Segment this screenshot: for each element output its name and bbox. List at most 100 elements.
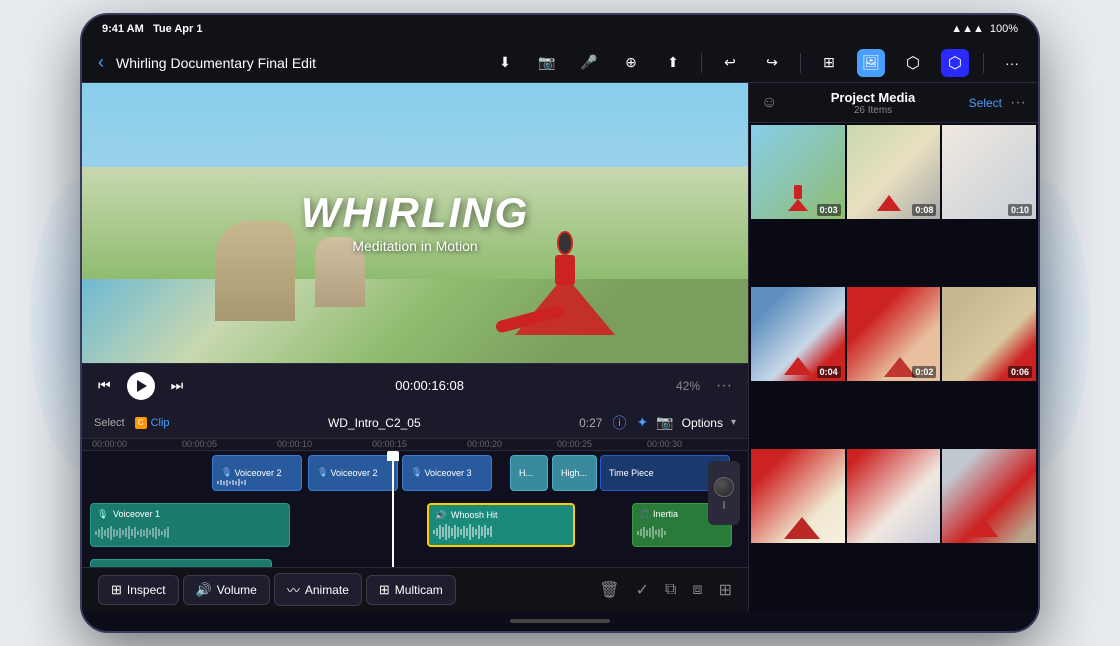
multicam-icon: ⊞ xyxy=(379,582,390,598)
tracks-container: 🎙 Voiceover 2 🎙 Voiceover 2 xyxy=(82,451,748,567)
split-icon[interactable]: ⧉ xyxy=(665,581,676,599)
media-thumb-8[interactable] xyxy=(847,449,941,543)
redo-icon[interactable]: ↪ xyxy=(758,49,786,77)
clip-label: Clip xyxy=(151,417,170,429)
whoosh-label: Whoosh Hit xyxy=(451,510,498,520)
inertia-label: Inertia xyxy=(653,509,678,519)
media-title-container: Project Media 26 Items xyxy=(777,90,968,116)
back-button[interactable]: ‹ xyxy=(94,48,108,77)
volume-button[interactable]: 🔊 Volume xyxy=(183,575,270,605)
delete-icon[interactable]: 🗑 xyxy=(599,580,619,600)
project-title: Whirling Documentary Final Edit xyxy=(116,55,483,71)
media-thumb-7[interactable] xyxy=(751,449,845,543)
home-bar xyxy=(510,619,610,623)
waveform-vo2-1 xyxy=(217,479,297,487)
dancer-figure xyxy=(515,175,615,335)
thumb-duration-1: 0:03 xyxy=(817,204,841,216)
media-thumb-9[interactable] xyxy=(942,449,1036,543)
h-clip[interactable]: H... xyxy=(510,455,548,491)
voiceover-1-clip[interactable]: 🎙 Voiceover 1 xyxy=(90,503,290,547)
timeline-header-right: ✦ 📷 Options ▾ xyxy=(636,414,736,431)
share-icon[interactable]: ⬆ xyxy=(659,49,687,77)
options-button[interactable]: Options xyxy=(682,416,723,430)
previous-button[interactable]: ⏮ xyxy=(98,377,111,394)
whoosh-hit-clip[interactable]: 🔊 Whoosh Hit xyxy=(427,503,575,547)
high-clip[interactable]: High... xyxy=(552,455,597,491)
timeline-clip-name: WD_Intro_C2_05 xyxy=(180,416,570,430)
video-subtitle: Meditation in Motion xyxy=(301,238,529,254)
thumb-bg-4: 0:04 xyxy=(751,287,845,381)
music-inertia-icon: 🎵 xyxy=(639,509,650,520)
rock-formation xyxy=(215,221,295,321)
voiceover-2-clip-1[interactable]: 🎙 Voiceover 2 xyxy=(212,455,302,491)
playback-controls: ⏮ ⏭ 00:00:16:08 42% ··· xyxy=(82,363,748,407)
download-icon[interactable]: ⬇ xyxy=(491,49,519,77)
media-more-button[interactable]: ··· xyxy=(1010,94,1026,112)
mic-icon[interactable]: 🎤 xyxy=(575,49,603,77)
hex-icon-2[interactable]: ⬡ xyxy=(941,49,969,77)
time-marker-10: 00:00:10 xyxy=(277,439,312,449)
plus-icon[interactable]: ⊕ xyxy=(617,49,645,77)
animate-icon: 〰 xyxy=(287,580,300,599)
media-thumb-3[interactable]: 0:10 xyxy=(942,125,1036,219)
trim-icon[interactable]: ⧈ xyxy=(692,581,702,599)
knob-indicator xyxy=(723,501,725,509)
select-label: Select xyxy=(94,417,125,429)
media-header: ☺ Project Media 26 Items Select ··· xyxy=(749,83,1038,123)
clip-indicator: C Clip xyxy=(135,417,170,429)
toolbar-separator-2 xyxy=(800,53,801,73)
thumb-duration-6: 0:06 xyxy=(1008,366,1032,378)
thumb-bg-2: 0:08 xyxy=(847,125,941,219)
inspect-button[interactable]: ⊞ Inspect xyxy=(98,575,179,605)
multicam-button[interactable]: ⊞ Multicam xyxy=(366,575,456,605)
media-thumb-2[interactable]: 0:08 xyxy=(847,125,941,219)
ipad-frame: 9:41 AM Tue Apr 1 ▲▲▲ 100% ‹ Whirling Do… xyxy=(80,13,1040,633)
next-button[interactable]: ⏭ xyxy=(171,377,184,394)
video-title-overlay: WHIRLING Meditation in Motion xyxy=(301,192,529,254)
hex-icon-1[interactable]: ⬡ xyxy=(899,49,927,77)
emoji-button[interactable]: ☺ xyxy=(761,94,777,112)
media-thumb-4[interactable]: 0:04 xyxy=(751,287,845,381)
more-icon[interactable]: ··· xyxy=(998,49,1026,77)
voiceover-2-clip-2[interactable]: 🎙 Voiceover 2 xyxy=(308,455,398,491)
thumb-duration-3: 0:10 xyxy=(1008,204,1032,216)
media-select-button[interactable]: Select xyxy=(969,96,1002,110)
play-button[interactable] xyxy=(127,372,155,400)
info-icon[interactable]: ⓘ xyxy=(612,413,626,433)
clip-dot: C xyxy=(135,417,147,429)
voiceover-3-clip[interactable]: 🎙 Voiceover 3 xyxy=(402,455,492,491)
high-label: High... xyxy=(561,468,587,478)
media-thumb-1[interactable]: 0:03 xyxy=(751,125,845,219)
sparkle-icon[interactable]: ✦ xyxy=(636,414,648,431)
play-icon xyxy=(137,380,147,392)
media-thumb-6[interactable]: 0:06 xyxy=(942,287,1036,381)
h-label: H... xyxy=(519,468,533,478)
night-winds-clip[interactable]: 🎵 Night Winds xyxy=(90,559,272,567)
toolbar-separator xyxy=(701,53,702,73)
photo-icon[interactable]: 🖼 xyxy=(857,49,885,77)
camera-small-icon[interactable]: 📷 xyxy=(656,414,673,431)
bottom-toolbar: ⊞ Inspect 🔊 Volume 〰 Animate ⊞ Multicam xyxy=(82,567,748,611)
undo-icon[interactable]: ↩ xyxy=(716,49,744,77)
arrange-icon[interactable]: ⊞ xyxy=(719,580,732,600)
waveform-vo1 xyxy=(95,524,285,542)
main-content: WHIRLING Meditation in Motion ⏮ ⏭ 00:00:… xyxy=(82,83,1038,611)
vo2-label-2: Voiceover 2 xyxy=(330,468,377,478)
check-icon[interactable]: ✓ xyxy=(636,580,649,600)
timeline-header: Select C Clip WD_Intro_C2_05 0:27 ⓘ ✦ 📷 … xyxy=(82,407,748,439)
more-options-button[interactable]: ··· xyxy=(716,377,732,395)
time-piece-label: Time Piece xyxy=(609,468,654,478)
animate-label: Animate xyxy=(305,583,349,597)
animate-button[interactable]: 〰 Animate xyxy=(274,573,362,606)
wifi-icon: ▲▲▲ xyxy=(951,23,984,35)
volume-knob[interactable] xyxy=(708,461,740,525)
timecode-display: 00:00:16:08 xyxy=(199,378,660,393)
thumb-bg-6: 0:06 xyxy=(942,287,1036,381)
video-preview: WHIRLING Meditation in Motion xyxy=(82,83,748,363)
mic-icon-vo3: 🎙 xyxy=(411,467,422,478)
home-indicator xyxy=(82,611,1038,631)
vo3-label: Voiceover 3 xyxy=(424,468,471,478)
media-thumb-5[interactable]: 0:02 xyxy=(847,287,941,381)
camera-icon[interactable]: 📷 xyxy=(533,49,561,77)
grid-icon[interactable]: ⊞ xyxy=(815,49,843,77)
